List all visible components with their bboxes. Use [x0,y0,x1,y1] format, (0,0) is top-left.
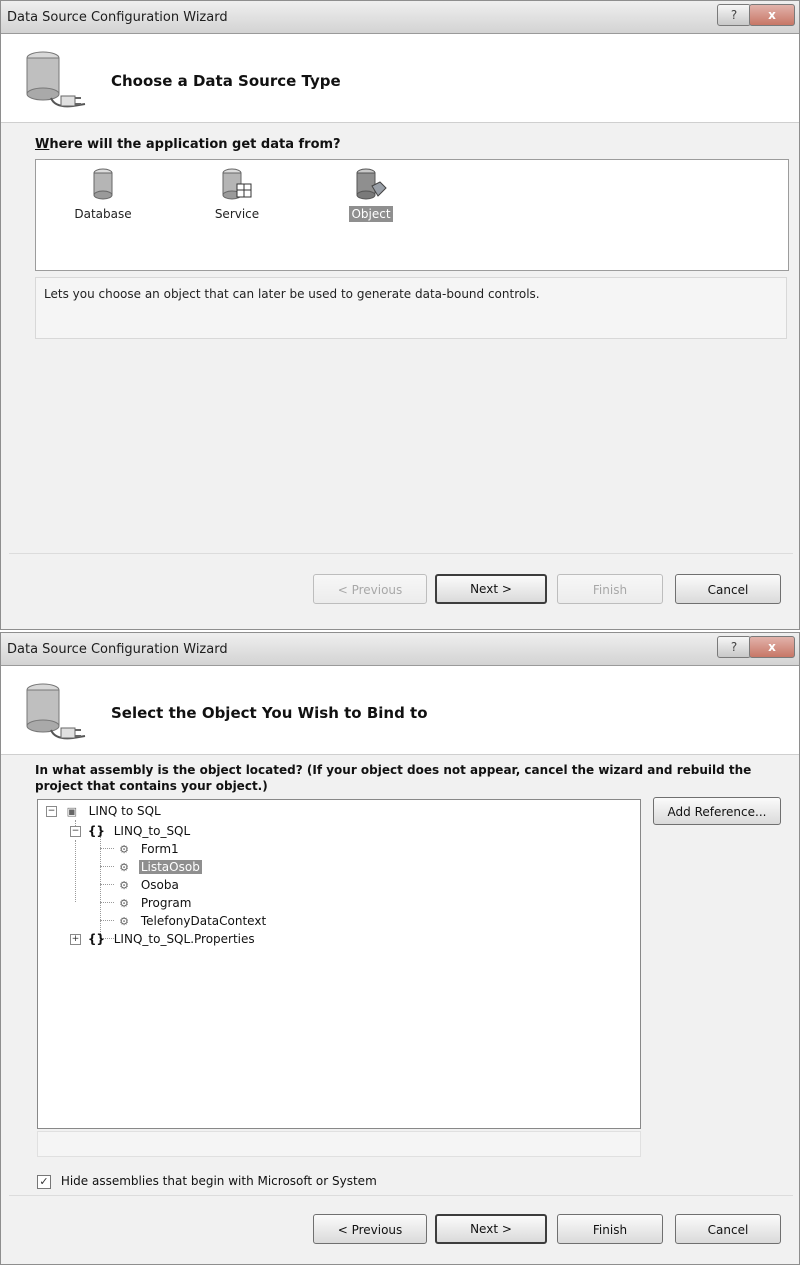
tree-class[interactable]: ⚙ Osoba [116,876,181,894]
footer-divider [9,553,793,554]
help-button[interactable]: ? [717,636,751,658]
assembly-prompt-line2: project that contains your object.) [35,779,268,793]
window-title: Data Source Configuration Wizard [7,642,228,657]
datasource-plug-icon [26,51,86,108]
close-button[interactable]: x [749,636,795,658]
type-service-label: Service [214,207,260,221]
tree-class-label: Osoba [140,878,179,892]
wizard-header: Choose a Data Source Type [1,34,799,123]
assembly-prompt-line1: In what assembly is the object located? … [35,763,752,777]
tree-class-label: ListaOsob [138,860,202,874]
tree-class-selected[interactable]: ⚙ ListaOsob [116,858,202,876]
data-source-type-list: Database Service Object [35,159,789,271]
hide-assemblies-label: Hide assemblies that begin with Microsof… [60,1174,377,1188]
next-button[interactable]: Next > [435,1214,547,1244]
tree-namespace-label: LINQ_to_SQL.Properties [113,932,255,946]
finish-button[interactable]: Finish [557,1214,663,1244]
tree-class-label: Form1 [140,842,179,856]
tree-connector [100,866,114,867]
page-title: Select the Object You Wish to Bind to [111,704,428,722]
type-description: Lets you choose an object that can later… [35,277,787,339]
tree-status-strip [37,1131,641,1157]
data-source-prompt: Where will the application get data from… [35,137,341,152]
tree-class-label: TelefonyDataContext [140,914,267,928]
tree-class[interactable]: ⚙ Form1 [116,840,181,858]
type-object[interactable]: Object [326,168,416,222]
title-bar: Data Source Configuration Wizard ? x [1,1,799,34]
tree-class[interactable]: ⚙ TelefonyDataContext [116,912,268,930]
cancel-button[interactable]: Cancel [675,574,781,604]
tree-connector [100,884,114,885]
tree-root-label: LINQ to SQL [88,804,161,818]
close-button[interactable]: x [749,4,795,26]
assembly-tree: − ▣ LINQ to SQL − {} LINQ_to_SQL ⚙ Form1… [37,799,641,1129]
wizard-header: Select the Object You Wish to Bind to [1,666,799,755]
tree-class-label: Program [140,896,192,910]
class-icon: ⚙ [119,897,129,910]
cancel-button[interactable]: Cancel [675,1214,781,1244]
next-button[interactable]: Next > [435,574,547,604]
hide-assemblies-option[interactable]: ✓ Hide assemblies that begin with Micros… [37,1174,377,1189]
wizard-window-select-object: Data Source Configuration Wizard ? x Sel… [0,632,800,1265]
object-icon [356,168,387,200]
wizard-window-choose-type: Data Source Configuration Wizard ? x Cho… [0,0,800,630]
datasource-plug-icon [26,683,86,740]
type-object-label: Object [349,206,393,222]
page-title: Choose a Data Source Type [111,72,341,90]
expand-toggle-icon[interactable]: + [70,934,81,945]
type-database-label: Database [74,207,132,221]
class-icon: ⚙ [119,879,129,892]
tree-namespace-label: LINQ_to_SQL [113,824,191,838]
namespace-icon: {} [87,932,105,946]
window-title: Data Source Configuration Wizard [7,10,228,25]
previous-button[interactable]: < Previous [313,574,427,604]
prompt-text: here will the application get data from? [49,137,341,152]
footer-divider [9,1195,793,1196]
assembly-icon: ▣ [66,805,78,818]
namespace-icon: {} [87,824,105,838]
tree-root-assembly[interactable]: − ▣ LINQ to SQL [46,802,163,820]
class-icon: ⚙ [119,915,129,928]
tree-connector [100,920,114,921]
previous-button[interactable]: < Previous [313,1214,427,1244]
class-icon: ⚙ [119,861,129,874]
collapse-toggle-icon[interactable]: − [70,826,81,837]
hide-assemblies-checkbox[interactable]: ✓ [37,1174,51,1189]
tree-class[interactable]: ⚙ Program [116,894,193,912]
collapse-toggle-icon[interactable]: − [46,806,57,817]
tree-connector [100,902,114,903]
title-bar: Data Source Configuration Wizard ? x [1,633,799,666]
service-icon [222,168,252,200]
add-reference-button[interactable]: Add Reference... [653,797,781,825]
tree-namespace-properties[interactable]: + {} LINQ_to_SQL.Properties [70,930,257,948]
finish-button[interactable]: Finish [557,574,663,604]
type-database[interactable]: Database [58,168,148,222]
tree-namespace[interactable]: − {} LINQ_to_SQL [70,822,192,840]
database-icon [93,168,113,200]
type-service[interactable]: Service [192,168,282,222]
prompt-mnemonic: W [35,137,50,152]
tree-connector [100,848,114,849]
tree-connector [75,840,76,902]
help-button[interactable]: ? [717,4,751,26]
class-icon: ⚙ [119,843,129,856]
